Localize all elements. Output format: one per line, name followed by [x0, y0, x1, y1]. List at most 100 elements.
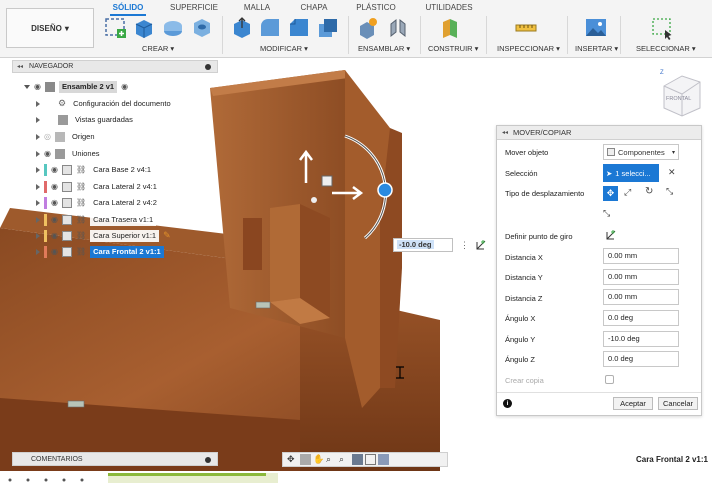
timeline-bar[interactable]	[0, 471, 712, 485]
ok-button[interactable]: Aceptar	[613, 397, 653, 410]
expand-caret-icon[interactable]	[36, 216, 40, 223]
chamfer-icon[interactable]	[287, 16, 311, 40]
view-cube[interactable]: FRONTAL Z	[656, 68, 706, 118]
group-crear[interactable]: CREAR ▾	[142, 44, 174, 53]
collapse-icon[interactable]: ◂◂	[502, 129, 508, 136]
expand-caret-icon[interactable]	[36, 116, 40, 123]
tab-plastico[interactable]: PLÁSTICO	[356, 2, 396, 13]
tree-item-settings[interactable]: ⚙ Configuración del documento	[36, 97, 174, 110]
visibility-eye-icon[interactable]: ◎	[44, 132, 51, 141]
group-seleccionar[interactable]: SELECCIONAR ▾	[636, 44, 696, 53]
edit-pencil-icon[interactable]: ✎	[163, 230, 171, 241]
measure-icon[interactable]	[514, 16, 538, 40]
shell-icon[interactable]	[316, 16, 340, 40]
tree-item-origin[interactable]: ◎ Origen	[36, 130, 98, 143]
visibility-eye-icon[interactable]: ◉	[51, 182, 58, 191]
point-to-position-icon[interactable]: ⤡	[603, 208, 610, 219]
pan-icon[interactable]: ✋	[313, 454, 324, 465]
visibility-eye-icon[interactable]: ◉	[44, 149, 51, 158]
insert-image-icon[interactable]	[584, 16, 608, 40]
expand-caret-icon[interactable]	[36, 166, 40, 173]
tree-root[interactable]: ◉ Ensamble 2 v1 ◉	[24, 80, 128, 93]
angle-y-input[interactable]: -10.0 deg	[603, 331, 679, 347]
hole-icon[interactable]	[190, 16, 214, 40]
tree-item-component[interactable]: ◉ ⛓ Cara Lateral 2 v4:1	[36, 180, 160, 193]
tab-chapa[interactable]: CHAPA	[300, 2, 328, 13]
cancel-button[interactable]: Cancelar	[658, 397, 698, 410]
tab-malla[interactable]: MALLA	[242, 2, 272, 13]
visibility-eye-icon[interactable]: ◉	[51, 247, 58, 256]
tree-item-component[interactable]: ◉ ⛓ Cara Lateral 2 v4:2	[36, 196, 160, 209]
create-sketch-icon[interactable]	[104, 16, 128, 40]
rotate-icon[interactable]: ↻	[645, 186, 653, 197]
zoom-window-icon[interactable]: ⌕	[339, 454, 350, 465]
comments-panel[interactable]: COMENTARIOS	[12, 452, 218, 466]
expand-caret-icon[interactable]	[36, 133, 40, 140]
offset-plane-icon[interactable]	[440, 16, 464, 40]
new-component-icon[interactable]	[356, 16, 380, 40]
tree-item-component[interactable]: ◉ ⛓ Cara Trasera v1:1	[36, 213, 157, 226]
group-ensamblar[interactable]: ENSAMBLAR ▾	[358, 44, 410, 53]
tree-item-component[interactable]: ◉ ⛓ Cara Superior v1:1 ✎	[36, 229, 171, 242]
tab-solido[interactable]: SÓLIDO	[110, 2, 146, 16]
input-more-icon[interactable]: ⋮	[460, 240, 469, 250]
visibility-eye-icon[interactable]: ◉	[34, 82, 41, 91]
selection-field[interactable]: ➤ 1 selecci...	[603, 164, 659, 182]
angle-x-input[interactable]: 0.0 deg	[603, 310, 679, 326]
tree-item-component[interactable]: ◉ ⛓ Cara Base 2 v4:1	[36, 163, 155, 176]
visibility-eye-icon[interactable]: ◉	[51, 215, 58, 224]
look-at-icon[interactable]	[300, 454, 311, 465]
angle-z-input[interactable]: 0.0 deg	[603, 351, 679, 367]
orbit-icon[interactable]: ✥	[287, 454, 298, 465]
distance-z-input[interactable]: 0.00 mm	[603, 289, 679, 305]
workspace-switcher[interactable]: DISEÑO ▾	[6, 8, 94, 48]
distance-y-input[interactable]: 0.00 mm	[603, 269, 679, 285]
translate-icon[interactable]: ⤢	[624, 187, 631, 198]
expand-caret-icon[interactable]	[36, 100, 40, 107]
clear-selection-icon[interactable]: ✕	[668, 167, 676, 178]
grid-settings-icon[interactable]	[365, 454, 376, 465]
display-settings-icon[interactable]	[352, 454, 363, 465]
zoom-icon[interactable]: ⌕	[326, 454, 337, 465]
group-inspeccionar[interactable]: INSPECCIONAR ▾	[497, 44, 560, 53]
expand-caret-icon[interactable]	[36, 199, 40, 206]
tab-superficie[interactable]: SUPERFICIE	[170, 2, 218, 13]
select-window-icon[interactable]	[650, 16, 674, 40]
input-pivot-icon[interactable]	[474, 238, 488, 252]
tree-item-saved-views[interactable]: Vistas guardadas	[36, 113, 136, 126]
viewports-icon[interactable]	[378, 454, 389, 465]
extrude-icon[interactable]	[132, 16, 156, 40]
comments-pin-icon[interactable]	[205, 457, 211, 463]
expand-caret-icon[interactable]	[36, 183, 40, 190]
press-pull-icon[interactable]	[230, 16, 254, 40]
visibility-eye-icon[interactable]: ◉	[51, 231, 58, 240]
tree-item-joints[interactable]: ◉ Uniones	[36, 147, 103, 160]
navigator-header[interactable]: ◂◂ NAVEGADOR	[12, 60, 218, 73]
group-construir[interactable]: CONSTRUIR ▾	[428, 44, 478, 53]
rotation-value-input[interactable]: -10.0 deg	[393, 238, 453, 252]
create-copy-checkbox[interactable]	[605, 375, 614, 384]
info-icon[interactable]: i	[503, 399, 512, 408]
collapse-icon[interactable]: ◂◂	[17, 63, 23, 70]
visibility-eye-icon[interactable]: ◉	[51, 198, 58, 207]
navigator-pin-icon[interactable]	[205, 64, 211, 70]
joint-icon[interactable]	[386, 16, 410, 40]
revolve-icon[interactable]	[161, 16, 185, 40]
tab-utilidades[interactable]: UTILIDADES	[425, 2, 473, 13]
move-object-dropdown[interactable]: Componentes ▾	[603, 144, 679, 160]
group-insertar[interactable]: INSERTAR ▾	[575, 44, 618, 53]
expand-caret-icon[interactable]	[36, 232, 40, 239]
expand-caret-icon[interactable]	[24, 84, 30, 89]
expand-caret-icon[interactable]	[36, 248, 40, 255]
visibility-eye-icon[interactable]: ◉	[51, 165, 58, 174]
group-modificar[interactable]: MODIFICAR ▾	[260, 44, 308, 53]
expand-caret-icon[interactable]	[36, 150, 40, 157]
free-move-icon[interactable]: ✥	[603, 186, 618, 201]
tree-item-component-selected[interactable]: ◉ ⛓ Cara Frontal 2 v1:1	[36, 245, 164, 258]
dialog-header[interactable]: ◂◂ MOVER/COPIAR	[497, 126, 701, 140]
activate-icon[interactable]: ◉	[121, 82, 128, 91]
fillet-icon[interactable]	[258, 16, 282, 40]
point-to-point-icon[interactable]: ⤡	[666, 186, 673, 197]
distance-x-input[interactable]: 0.00 mm	[603, 248, 679, 264]
set-pivot-icon[interactable]	[605, 229, 617, 241]
